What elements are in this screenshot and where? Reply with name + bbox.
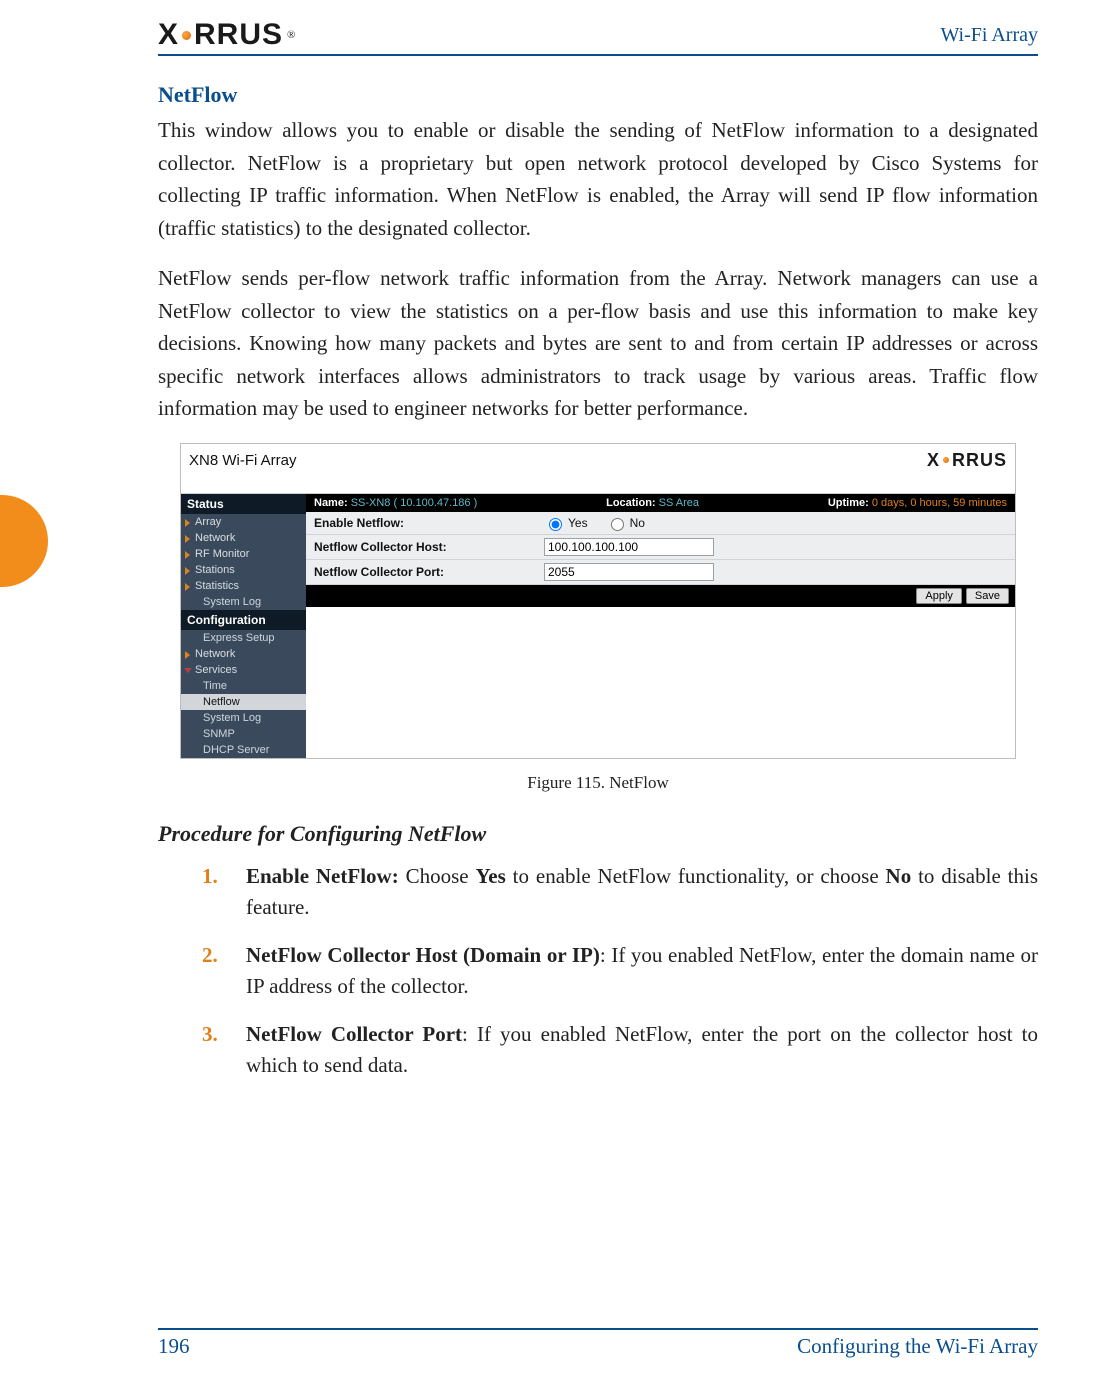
step-bold: Enable NetFlow:: [246, 864, 406, 888]
step-bold-inline: No: [886, 864, 912, 888]
body-paragraph: This window allows you to enable or disa…: [158, 114, 1038, 244]
sidebar-item-snmp[interactable]: SNMP: [181, 726, 306, 742]
collector-host-label: Netflow Collector Host:: [314, 540, 544, 554]
sidebar-item-array[interactable]: Array: [181, 514, 306, 530]
procedure-heading: Procedure for Configuring NetFlow: [158, 821, 1038, 847]
running-head: Wi-Fi Array: [940, 24, 1038, 47]
logo-dot-icon: [182, 31, 191, 40]
figure-caption: Figure 115. NetFlow: [158, 773, 1038, 793]
apply-button[interactable]: Apply: [916, 588, 962, 604]
button-bar: Apply Save: [306, 585, 1015, 607]
step-text: to enable NetFlow functionality, or choo…: [506, 864, 886, 888]
form-row-host: Netflow Collector Host:: [306, 535, 1015, 560]
sidebar-item-stations[interactable]: Stations: [181, 562, 306, 578]
registered-icon: ®: [287, 29, 295, 41]
step-item: Enable NetFlow: Choose Yes to enable Net…: [202, 861, 1038, 924]
status-bar: Name: SS-XN8 ( 10.100.47.186 ) Location:…: [306, 494, 1015, 512]
footer-title: Configuring the Wi-Fi Array: [797, 1334, 1038, 1359]
sidebar-item-statistics[interactable]: Statistics: [181, 578, 306, 594]
sidebar-item-network[interactable]: Network: [181, 530, 306, 546]
radio-no-label: No: [630, 516, 645, 530]
sidebar-nav: Status Array Network RF Monitor Stations…: [181, 494, 306, 758]
sidebar-item-network-cfg[interactable]: Network: [181, 646, 306, 662]
status-name-label: Name:: [314, 497, 348, 509]
step-bold: NetFlow Collector Host (Domain or IP): [246, 943, 600, 967]
brand-logo-small: XRRUS: [927, 450, 1007, 471]
enable-netflow-label: Enable Netflow:: [314, 516, 544, 530]
step-bold-inline: Yes: [475, 864, 505, 888]
body-paragraph: NetFlow sends per-flow network traffic i…: [158, 262, 1038, 425]
sidebar-item-time[interactable]: Time: [181, 678, 306, 694]
logo-dot-icon: [943, 457, 949, 463]
radio-yes-label: Yes: [568, 516, 588, 530]
form-row-port: Netflow Collector Port:: [306, 560, 1015, 585]
status-location-value: SS Area: [659, 497, 699, 509]
window-titlebar: XN8 Wi-Fi Array XRRUS: [181, 444, 1015, 494]
collector-host-input[interactable]: [544, 538, 714, 556]
procedure-steps: Enable NetFlow: Choose Yes to enable Net…: [202, 861, 1038, 1082]
sidebar-item-dhcp-server[interactable]: DHCP Server: [181, 742, 306, 758]
sidebar-item-system-log[interactable]: System Log: [181, 594, 306, 610]
sidebar-header-config: Configuration: [181, 610, 306, 630]
sidebar-header-status: Status: [181, 494, 306, 514]
window-title: XN8 Wi-Fi Array: [189, 452, 297, 469]
status-uptime-label: Uptime:: [828, 497, 869, 509]
form-row-enable: Enable Netflow: Yes No: [306, 512, 1015, 535]
page-footer: 196 Configuring the Wi-Fi Array: [158, 1328, 1038, 1359]
section-title: NetFlow: [158, 82, 1038, 108]
step-bold: NetFlow Collector Port: [246, 1022, 462, 1046]
figure-screenshot: XN8 Wi-Fi Array XRRUS Status Array Netwo…: [180, 443, 1016, 759]
sidebar-item-rf-monitor[interactable]: RF Monitor: [181, 546, 306, 562]
sidebar-item-netflow[interactable]: Netflow: [181, 694, 306, 710]
step-item: NetFlow Collector Port: If you enabled N…: [202, 1019, 1038, 1082]
step-text: Choose: [406, 864, 476, 888]
enable-netflow-no-radio[interactable]: No: [606, 515, 645, 531]
page-edge-tab: [0, 495, 48, 587]
status-uptime-value: 0 days, 0 hours, 59 minutes: [872, 497, 1007, 509]
page-header: XRRUS® Wi-Fi Array: [158, 18, 1038, 56]
figure-empty-area: [306, 607, 1015, 707]
collector-port-label: Netflow Collector Port:: [314, 565, 544, 579]
page-number: 196: [158, 1334, 190, 1359]
radio-no-input[interactable]: [611, 518, 624, 531]
sidebar-item-system-log-cfg[interactable]: System Log: [181, 710, 306, 726]
status-name-value: SS-XN8 ( 10.100.47.186 ): [351, 497, 478, 509]
collector-port-input[interactable]: [544, 563, 714, 581]
sidebar-item-services[interactable]: Services: [181, 662, 306, 678]
save-button[interactable]: Save: [966, 588, 1009, 604]
sidebar-item-express-setup[interactable]: Express Setup: [181, 630, 306, 646]
step-item: NetFlow Collector Host (Domain or IP): I…: [202, 940, 1038, 1003]
radio-yes-input[interactable]: [549, 518, 562, 531]
page-content: XRRUS® Wi-Fi Array NetFlow This window a…: [158, 0, 1038, 1381]
brand-logo: XRRUS®: [158, 18, 295, 52]
status-location-label: Location:: [606, 497, 656, 509]
enable-netflow-yes-radio[interactable]: Yes: [544, 515, 588, 531]
